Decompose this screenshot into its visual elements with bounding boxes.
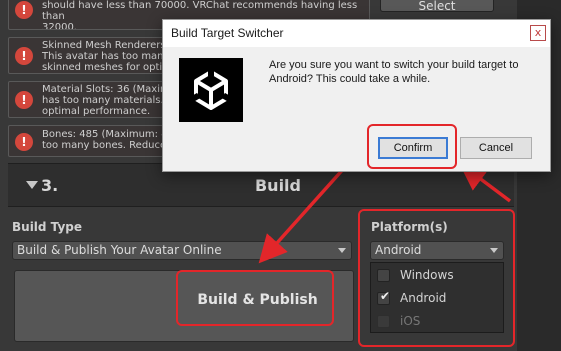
dialog-message: Are you sure you want to switch your bui…: [269, 59, 519, 85]
highlight-platforms: [358, 209, 515, 347]
error-circle-icon: !: [15, 91, 33, 109]
error-circle-icon: !: [15, 47, 33, 65]
dialog-title: Build Target Switcher: [171, 26, 284, 40]
close-button[interactable]: x: [530, 25, 546, 41]
unity-logo-icon: [179, 58, 243, 122]
section-number: 3.: [41, 176, 59, 195]
chevron-down-icon: [338, 248, 346, 253]
build-type-label: Build Type: [12, 220, 82, 234]
build-target-switcher-dialog: Build Target Switcher x Are you sure you…: [162, 19, 551, 172]
build-type-dropdown[interactable]: Build & Publish Your Avatar Online: [12, 241, 352, 260]
error-circle-icon: !: [15, 133, 33, 151]
highlight-confirm: [367, 124, 457, 169]
select-button[interactable]: Select: [380, 0, 494, 13]
build-type-value: Build & Publish Your Avatar Online: [17, 243, 222, 257]
cancel-label: Cancel: [478, 142, 514, 154]
foldout-arrow-icon[interactable]: [26, 181, 38, 189]
section-title: Build: [254, 176, 301, 195]
dialog-titlebar[interactable]: Build Target Switcher x: [163, 20, 550, 47]
error-circle-icon: !: [15, 1, 33, 19]
cancel-button[interactable]: Cancel: [460, 137, 532, 159]
highlight-build-publish: [176, 270, 334, 326]
